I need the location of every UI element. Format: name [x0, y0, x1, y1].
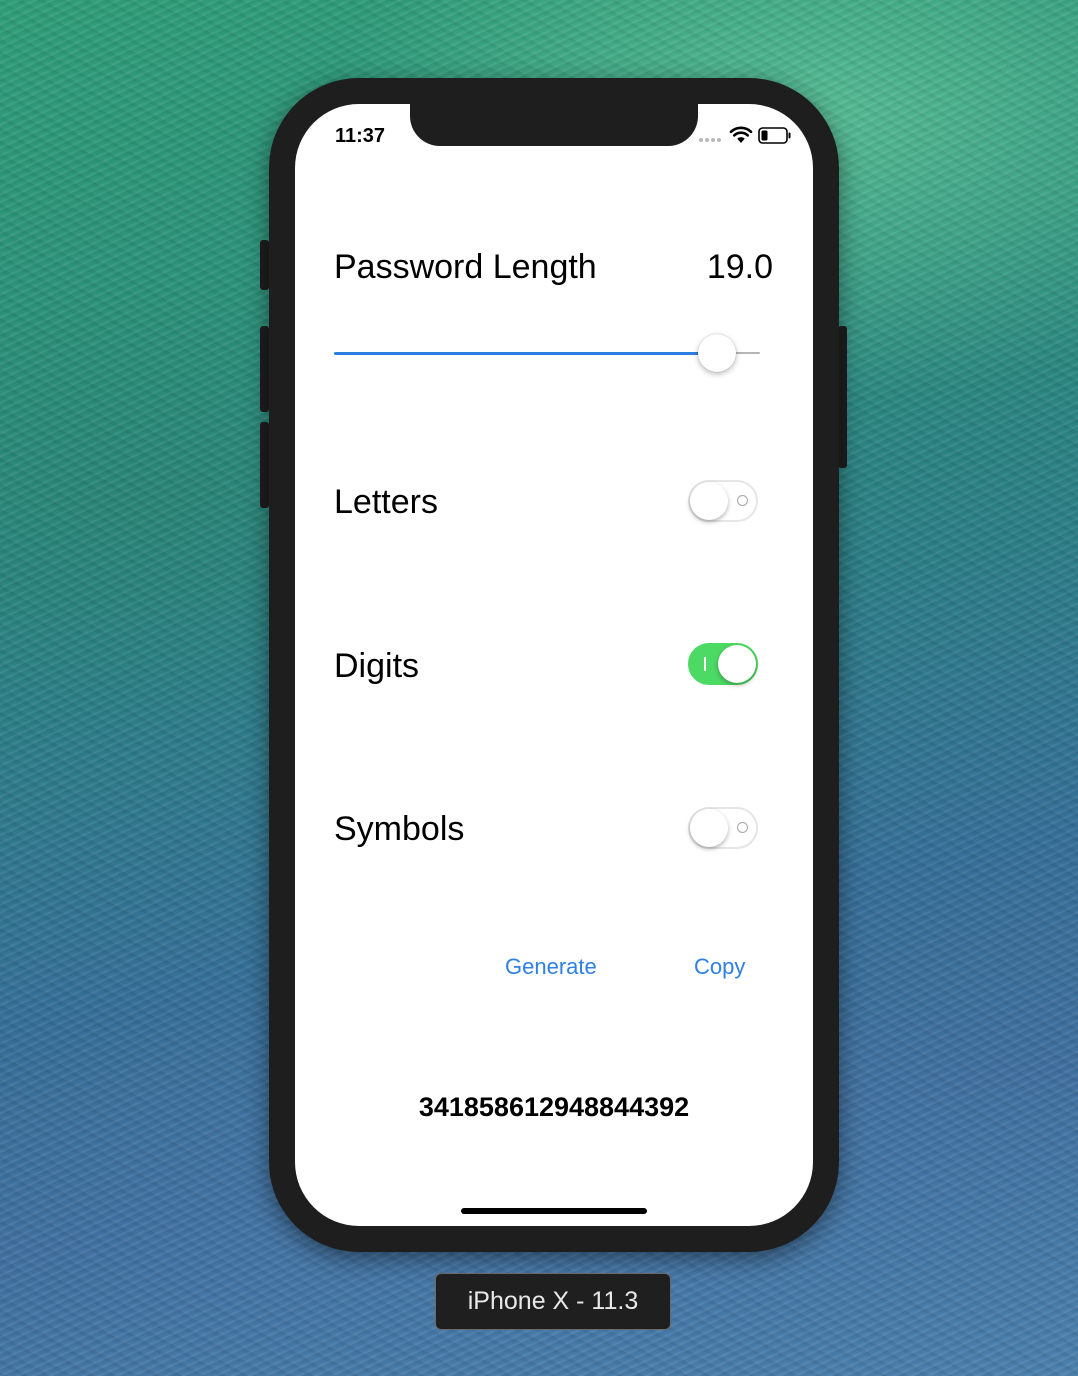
digits-switch[interactable]	[688, 643, 758, 685]
symbols-switch[interactable]	[688, 807, 758, 849]
simulator-device-label: iPhone X - 11.3	[435, 1273, 671, 1330]
battery-icon	[758, 127, 791, 144]
letters-label: Letters	[334, 483, 438, 521]
password-length-label: Password Length	[334, 248, 597, 286]
copy-button[interactable]: Copy	[694, 952, 745, 982]
status-time: 11:37	[335, 125, 386, 147]
power-button	[838, 326, 847, 468]
password-length-slider[interactable]	[334, 330, 760, 376]
wifi-icon	[729, 126, 753, 143]
desktop-wallpaper: 11:37 Password Length 19.0 Letters Digit…	[0, 0, 1078, 1376]
generate-button[interactable]: Generate	[505, 952, 597, 982]
slider-track-filled	[334, 352, 717, 355]
home-indicator[interactable]	[461, 1208, 647, 1214]
switch-on-indicator-icon	[704, 657, 706, 671]
switch-off-indicator-icon	[737, 495, 748, 506]
password-length-value: 19.0	[706, 248, 773, 286]
switch-off-indicator-icon	[737, 822, 748, 833]
digits-label: Digits	[334, 647, 420, 685]
cellular-dots-icon	[699, 138, 723, 142]
symbols-label: Symbols	[334, 810, 465, 848]
letters-switch[interactable]	[688, 480, 758, 522]
switch-knob	[690, 482, 728, 520]
volume-up-button	[260, 326, 269, 412]
switch-knob	[718, 645, 756, 683]
phone-screen: 11:37 Password Length 19.0 Letters Digit…	[295, 104, 813, 1226]
volume-down-button	[260, 422, 269, 508]
status-icons	[699, 124, 799, 146]
silent-switch	[260, 240, 269, 290]
generated-password: 341858612948844392	[418, 1092, 690, 1122]
switch-knob	[690, 809, 728, 847]
slider-thumb[interactable]	[698, 334, 736, 372]
notch	[410, 104, 698, 146]
